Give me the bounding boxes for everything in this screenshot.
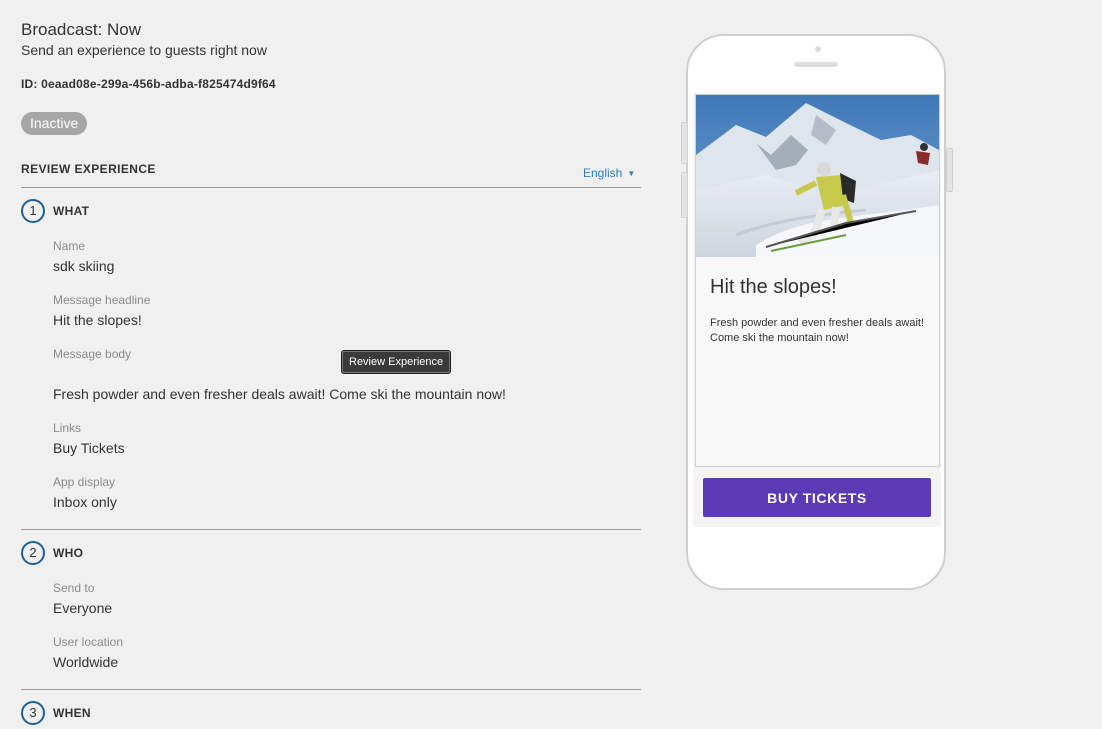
skier-photo-icon: [696, 95, 939, 257]
field-label-body: Message body: [53, 347, 132, 361]
divider: [21, 689, 641, 690]
step-label-what: WHAT: [53, 204, 90, 218]
field-value-body: Fresh powder and even fresher deals awai…: [53, 386, 506, 402]
step-number-badge: 3: [21, 701, 45, 725]
language-dropdown-label: English: [583, 166, 623, 180]
step-number-badge: 1: [21, 199, 45, 223]
volume-up-button: [681, 122, 688, 164]
phone-preview: Hit the slopes! Fresh powder and even fr…: [681, 34, 953, 590]
review-heading: REVIEW EXPERIENCE: [21, 162, 156, 176]
experience-id: ID: 0eaad08e-299a-456b-adba-f825474d9f64: [21, 77, 276, 91]
page-subtitle: Send an experience to guests right now: [21, 42, 267, 58]
power-button: [946, 148, 953, 192]
field-value-app-display: Inbox only: [53, 494, 117, 510]
step-label-who: WHO: [53, 546, 84, 560]
language-dropdown[interactable]: English ▼: [583, 166, 635, 180]
step-number-badge: 2: [21, 541, 45, 565]
volume-down-button: [681, 172, 688, 218]
page-title: Broadcast: Now: [21, 20, 141, 39]
field-value-headline: Hit the slopes!: [53, 312, 142, 328]
divider: [21, 529, 641, 530]
message-card: Hit the slopes! Fresh powder and even fr…: [695, 94, 940, 467]
caret-down-icon: ▼: [627, 169, 636, 179]
preview-body: Fresh powder and even fresher deals awai…: [710, 317, 925, 344]
phone-screen: Hit the slopes! Fresh powder and even fr…: [693, 93, 941, 527]
preview-headline: Hit the slopes!: [710, 276, 837, 298]
field-value-links: Buy Tickets: [53, 440, 125, 456]
status-badge: Inactive: [21, 112, 88, 135]
divider: [21, 187, 641, 188]
field-label-send-to: Send to: [53, 581, 95, 595]
speaker-icon: [794, 62, 838, 67]
buy-tickets-button[interactable]: BUY TICKETS: [703, 478, 931, 517]
field-label-links: Links: [53, 421, 82, 435]
field-label-headline: Message headline: [53, 293, 151, 307]
field-value-send-to: Everyone: [53, 600, 113, 616]
review-experience-tooltip: Review Experience: [342, 351, 451, 373]
step-label-when: WHEN: [53, 706, 91, 720]
field-value-name: sdk skiing: [53, 258, 115, 274]
field-label-user-location: User location: [53, 635, 124, 649]
field-value-user-location: Worldwide: [53, 654, 119, 670]
camera-icon: [815, 46, 821, 52]
field-label-name: Name: [53, 239, 86, 253]
field-label-app-display: App display: [53, 475, 116, 489]
